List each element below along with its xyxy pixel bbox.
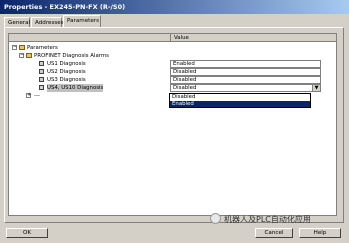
tree-row-us2[interactable]: US2 Diagnosis Disabled: [9, 68, 336, 76]
combo-value: Disabled: [173, 85, 197, 91]
value-us3[interactable]: Disabled: [170, 76, 321, 84]
value-us1[interactable]: Enabled: [170, 60, 321, 68]
parameters-grid: Value − Parameters − PROFINET Diagnosis …: [8, 33, 337, 216]
tree-label-us2: US2 Diagnosis: [47, 69, 86, 75]
wechat-icon: [210, 213, 221, 224]
value-column-header[interactable]: Value: [170, 34, 320, 42]
dropdown-option-enabled[interactable]: Enabled: [170, 100, 310, 107]
chevron-down-icon[interactable]: ▼: [312, 85, 320, 91]
parameter-icon: [39, 69, 44, 74]
tree-label-us4-us10: US4, US10 Diagnosis: [47, 84, 104, 92]
tree-row-us3[interactable]: US3 Diagnosis Disabled: [9, 76, 336, 84]
ok-button[interactable]: OK: [6, 228, 48, 238]
cancel-button[interactable]: Cancel: [255, 228, 293, 238]
help-button[interactable]: Help: [299, 228, 341, 238]
collapse-icon[interactable]: −: [19, 53, 24, 58]
expand-icon[interactable]: +: [26, 93, 31, 98]
tree-label-parameters: Parameters: [27, 45, 58, 51]
parameter-icon: [39, 77, 44, 82]
folder-icon: [26, 53, 32, 58]
value-dropdown-list[interactable]: Disabled Enabled: [169, 93, 311, 108]
tree-row-us4-us10[interactable]: US4, US10 Diagnosis Disabled ▼: [9, 84, 336, 92]
tab-general[interactable]: General: [4, 17, 30, 27]
collapse-icon[interactable]: −: [12, 45, 17, 50]
value-us2[interactable]: Disabled: [170, 68, 321, 76]
tree-label-more: ---: [34, 93, 40, 99]
folder-icon: [19, 45, 25, 50]
properties-dialog: Properties - EX245-PN-FX (R-/S0) General…: [0, 0, 349, 243]
tree-row-parameters[interactable]: − Parameters: [9, 44, 336, 52]
parameter-icon: [39, 61, 44, 66]
tree-label-profinet-alarms: PROFINET Diagnosis Alarms: [34, 53, 109, 59]
tree-label-us3: US3 Diagnosis: [47, 77, 86, 83]
tab-addresses[interactable]: Addresses: [31, 17, 64, 27]
tree-label-us1: US1 Diagnosis: [47, 61, 86, 67]
window-title: Properties - EX245-PN-FX (R-/S0): [0, 0, 349, 14]
tree-row-us1[interactable]: US1 Diagnosis Enabled: [9, 60, 336, 68]
tab-parameters[interactable]: Parameters: [63, 15, 101, 27]
parameter-icon: [39, 85, 44, 90]
value-us4-us10-combo[interactable]: Disabled ▼: [170, 84, 321, 92]
watermark-text: 机器人及PLC自动化应用: [224, 215, 311, 224]
tree-row-profinet-alarms[interactable]: − PROFINET Diagnosis Alarms: [9, 52, 336, 60]
grid-header: Value: [9, 34, 336, 42]
